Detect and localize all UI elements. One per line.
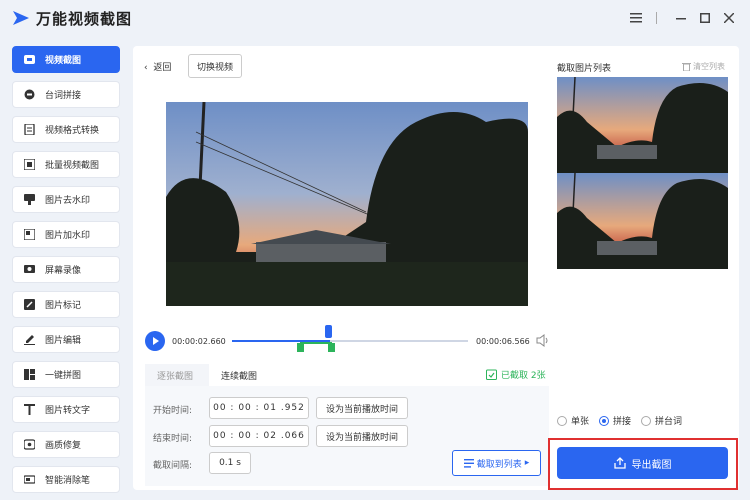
option-join[interactable]: 拼接	[599, 414, 631, 427]
sidebar-item-ocr[interactable]: 图片转文字	[12, 396, 120, 423]
format-convert-icon	[23, 124, 35, 136]
playhead-handle[interactable]	[325, 325, 332, 338]
capture-thumbnail[interactable]	[557, 77, 728, 173]
sidebar-item-label: 图片标记	[45, 301, 82, 311]
export-button[interactable]: 导出截图	[557, 447, 728, 479]
end-time-label: 结束时间:	[153, 434, 193, 444]
capture-list-title: 截取图片列表	[557, 64, 612, 74]
radio-join[interactable]	[599, 415, 609, 426]
sidebar-item-label: 批量视频截图	[45, 161, 100, 171]
capture-to-list-button[interactable]: 截取到列表 ▸	[452, 450, 541, 476]
triangle-right-icon: ▸	[524, 458, 530, 468]
sidebar-item-label: 图片转文字	[45, 406, 91, 416]
erase-pen-icon	[23, 474, 35, 486]
remove-watermark-icon	[23, 194, 35, 206]
check-calendar-icon	[486, 369, 497, 380]
clear-list-label: 清空列表	[693, 62, 725, 71]
sidebar-item-label: 台词拼接	[45, 91, 82, 101]
image-mark-icon	[23, 299, 35, 311]
interval-label: 截取间隔:	[153, 461, 193, 471]
range-end-handle[interactable]	[328, 343, 335, 352]
close-icon[interactable]	[721, 10, 737, 26]
start-time-input[interactable]: 00 : 00 : 01 .952	[209, 397, 309, 419]
sidebar-item-batch-capture[interactable]: 批量视频截图	[12, 151, 120, 178]
sidebar-item-video-capture[interactable]: 视频截图	[12, 46, 120, 73]
sidebar: 视频截图 台词拼接 视频格式转换 批量视频截图 图片去水印 图片加水印 屏幕录像…	[0, 36, 132, 500]
image-edit-icon	[23, 334, 35, 346]
subtitle-join-icon	[23, 89, 35, 101]
sidebar-item-quality-repair[interactable]: 画质修复	[12, 431, 120, 458]
sidebar-item-screen-record[interactable]: 屏幕录像	[12, 256, 120, 283]
sidebar-item-label: 图片编辑	[45, 336, 82, 346]
switch-video-button[interactable]: 切换视频	[188, 54, 242, 78]
tab-continuous-capture[interactable]: 连续截图	[209, 364, 273, 386]
range-start-handle[interactable]	[297, 343, 304, 352]
maximize-icon[interactable]	[697, 10, 713, 26]
sidebar-item-format-convert[interactable]: 视频格式转换	[12, 116, 120, 143]
video-capture-icon	[23, 54, 35, 66]
sidebar-item-add-watermark[interactable]: 图片加水印	[12, 221, 120, 248]
option-join-label: 拼接	[613, 417, 632, 427]
clear-list-button[interactable]: 清空列表	[682, 61, 725, 72]
ocr-icon	[23, 404, 35, 416]
tab-single-capture[interactable]: 逐张截图	[145, 364, 209, 386]
sidebar-item-image-mark[interactable]: 图片标记	[12, 291, 120, 318]
end-time-input[interactable]: 00 : 00 : 02 .066	[209, 425, 309, 447]
app-logo-icon	[13, 11, 29, 25]
set-start-current-button[interactable]: 设为当前播放时间	[316, 397, 408, 419]
sidebar-item-label: 屏幕录像	[45, 266, 82, 276]
capture-thumbnail[interactable]	[557, 173, 728, 269]
sidebar-item-label: 视频截图	[45, 56, 82, 66]
quality-repair-icon	[23, 439, 35, 451]
title-bar: 万能视频截图	[0, 0, 750, 36]
sidebar-item-erase-pen[interactable]: 智能消除笔	[12, 466, 120, 493]
list-icon	[463, 458, 474, 468]
option-single-label: 单张	[571, 417, 590, 427]
play-button[interactable]	[145, 331, 165, 351]
sidebar-item-remove-watermark[interactable]: 图片去水印	[12, 186, 120, 213]
add-watermark-icon	[23, 229, 35, 241]
captured-status: 已截取 2张	[486, 368, 546, 381]
export-icon	[613, 457, 626, 469]
sidebar-item-label: 图片加水印	[45, 231, 91, 241]
current-time: 00:00:02.660	[172, 337, 226, 346]
sidebar-item-label: 一键拼图	[45, 371, 82, 381]
batch-capture-icon	[23, 159, 35, 171]
sidebar-item-label: 视频格式转换	[45, 126, 100, 136]
screen-record-icon	[23, 264, 35, 276]
title-separator	[656, 12, 657, 24]
menu-icon[interactable]	[628, 10, 644, 26]
chevron-left-icon: ‹	[144, 63, 148, 73]
sidebar-item-subtitle-join[interactable]: 台词拼接	[12, 81, 120, 108]
export-label: 导出截图	[631, 459, 672, 471]
interval-input[interactable]: 0.1 s	[209, 452, 251, 474]
start-time-label: 开始时间:	[153, 406, 193, 416]
sidebar-item-collage[interactable]: 一键拼图	[12, 361, 120, 388]
app-title: 万能视频截图	[36, 10, 133, 28]
option-single[interactable]: 单张	[557, 414, 589, 427]
volume-icon[interactable]	[536, 334, 550, 347]
radio-subtitle-join[interactable]	[641, 415, 651, 426]
video-preview	[166, 102, 528, 306]
sidebar-item-label: 画质修复	[45, 441, 82, 451]
play-icon	[153, 337, 159, 345]
sidebar-item-label: 图片去水印	[45, 196, 91, 206]
sidebar-item-label: 智能消除笔	[45, 476, 91, 486]
minimize-icon[interactable]	[673, 10, 689, 26]
captured-count: 已截取 2张	[501, 371, 546, 381]
total-time: 00:00:06.566	[476, 337, 530, 346]
option-subtitle-join[interactable]: 拼台词	[641, 414, 682, 427]
back-button[interactable]: ‹ 返回	[144, 60, 171, 73]
option-subtitle-join-label: 拼台词	[655, 417, 683, 427]
set-end-current-button[interactable]: 设为当前播放时间	[316, 425, 408, 447]
collage-icon	[23, 369, 35, 381]
sidebar-item-image-edit[interactable]: 图片编辑	[12, 326, 120, 353]
capture-to-list-label: 截取到列表	[476, 459, 522, 470]
back-label: 返回	[153, 63, 172, 73]
radio-single[interactable]	[557, 415, 567, 426]
trash-icon	[682, 63, 691, 71]
